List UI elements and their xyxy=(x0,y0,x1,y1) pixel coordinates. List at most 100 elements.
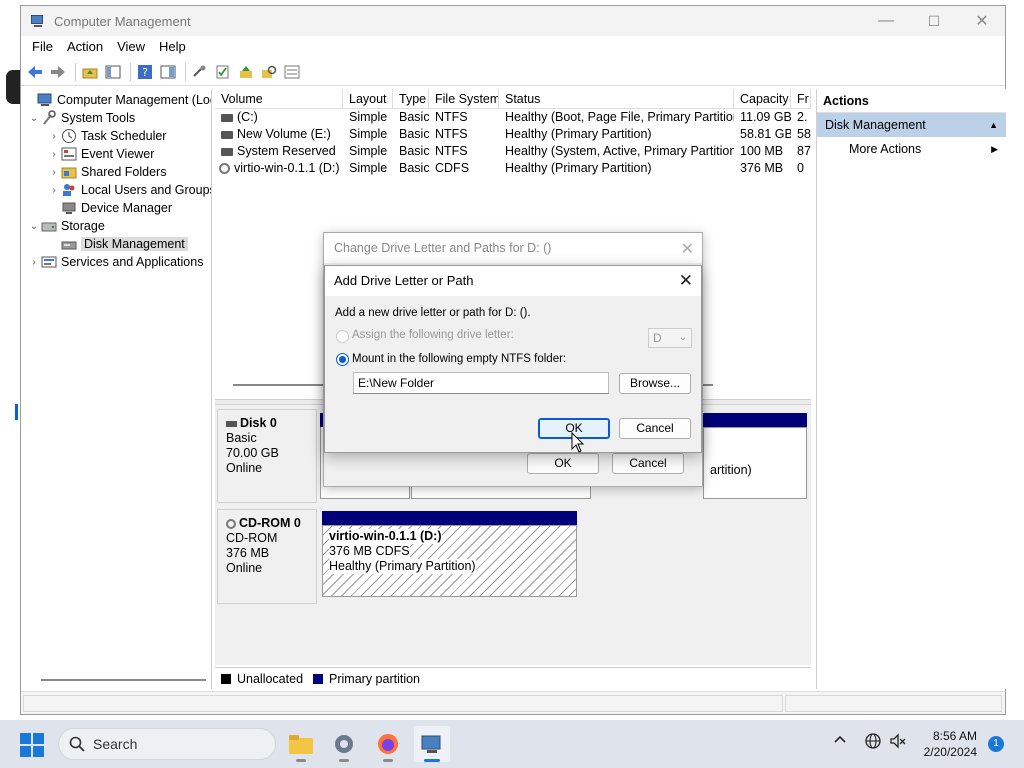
notification-badge[interactable]: 1 xyxy=(988,736,1004,752)
cancel-button[interactable]: Cancel xyxy=(612,453,684,474)
close-icon[interactable]: ✕ xyxy=(681,239,694,259)
properties-pane-icon[interactable] xyxy=(158,62,178,82)
tree-item-storage[interactable]: ⌄ Storage xyxy=(27,217,105,235)
tree-item-event-viewer[interactable]: › Event Viewer xyxy=(47,145,154,163)
column-header-layout[interactable]: Layout xyxy=(343,89,393,109)
volume-row[interactable]: New Volume (E:) Simple Basic NTFS Health… xyxy=(215,127,811,144)
console-tree: Computer Management (Local ⌄ System Tool… xyxy=(21,89,212,689)
computer-management-icon xyxy=(30,13,46,29)
checklist-icon[interactable] xyxy=(213,62,233,82)
chevron-up-icon[interactable] xyxy=(833,732,847,749)
mount-folder-radio[interactable] xyxy=(336,353,349,366)
disk-size: 376 MB xyxy=(226,546,270,560)
system-clock[interactable]: 8:56 AM 2/20/2024 xyxy=(915,728,977,760)
up-folder-icon[interactable] xyxy=(80,62,100,82)
assign-letter-radio[interactable] xyxy=(336,330,349,343)
menu-help[interactable]: Help xyxy=(152,36,193,58)
drive-letter-value: D xyxy=(653,331,662,345)
chevron-right-icon[interactable]: › xyxy=(47,131,61,142)
tree-label: Shared Folders xyxy=(81,165,167,179)
menu-action[interactable]: Action xyxy=(60,36,110,58)
volume-status: Healthy (Primary Partition) xyxy=(505,161,652,175)
column-header-capacity[interactable]: Capacity xyxy=(734,89,791,109)
volume-layout: Simple xyxy=(349,127,388,141)
taskbar-settings[interactable] xyxy=(326,726,362,762)
tree-item-local-users[interactable]: › Local Users and Groups xyxy=(47,181,211,199)
volume-row[interactable]: virtio-win-0.1.1 (D:) Simple Basic CDFS … xyxy=(215,161,811,178)
chevron-right-icon[interactable]: › xyxy=(47,167,61,178)
back-arrow-icon[interactable] xyxy=(25,62,45,82)
browse-button[interactable]: Browse... xyxy=(619,373,691,394)
disk-0-label[interactable]: Disk 0 Basic 70.00 GB Online xyxy=(217,409,317,503)
taskbar-firefox[interactable] xyxy=(370,726,406,762)
connect-icon[interactable] xyxy=(190,62,210,82)
forward-arrow-icon[interactable] xyxy=(48,62,68,82)
cancel-button[interactable]: Cancel xyxy=(619,418,691,439)
legend-unallocated: Unallocated xyxy=(237,671,304,686)
tree-item-system-tools[interactable]: ⌄ System Tools xyxy=(27,109,135,127)
running-indicator xyxy=(296,759,306,762)
column-header-status[interactable]: Status xyxy=(499,89,734,109)
chevron-right-icon[interactable]: › xyxy=(27,257,41,268)
tree-item-computer-management[interactable]: Computer Management (Local xyxy=(23,91,211,109)
volume-name: virtio-win-0.1.1 (D:) xyxy=(234,161,340,175)
tree-item-task-scheduler[interactable]: › Task Scheduler xyxy=(47,127,166,145)
disk-0-partition[interactable]: artition) xyxy=(703,427,807,499)
show-hide-tree-icon[interactable] xyxy=(103,62,123,82)
volume-row[interactable]: System Reserved Simple Basic NTFS Health… xyxy=(215,144,811,161)
minimize-button[interactable]: — xyxy=(863,6,909,36)
volume-status: Healthy (Boot, Page File, Primary Partit… xyxy=(505,110,734,124)
list-view-icon[interactable] xyxy=(282,62,302,82)
ok-button[interactable]: OK xyxy=(527,453,599,474)
chevron-right-icon[interactable]: › xyxy=(47,185,61,196)
network-globe-icon[interactable] xyxy=(864,732,882,753)
tree-item-shared-folders[interactable]: › Shared Folders xyxy=(47,163,166,181)
collapse-arrow-icon[interactable]: ▲ xyxy=(989,113,998,137)
column-header-file-system[interactable]: File System xyxy=(429,89,499,109)
cdrom-0-label[interactable]: CD-ROM 0 CD-ROM 376 MB Online xyxy=(217,509,317,604)
taskbar-computer-management[interactable] xyxy=(414,726,450,762)
desktop-edge-marker xyxy=(15,404,18,420)
volume-type: Basic xyxy=(399,110,429,124)
hard-disk-icon xyxy=(226,420,237,427)
cdrom-0-partition[interactable]: virtio-win-0.1.1 (D:) 376 MB CDFS Health… xyxy=(322,525,577,597)
folder-path-input[interactable]: E:\New Folder xyxy=(353,372,609,394)
cd-drive-icon xyxy=(219,163,230,175)
menu-view[interactable]: View xyxy=(110,36,152,58)
actions-section-disk-management[interactable]: Disk Management ▲ xyxy=(817,113,1006,137)
taskbar-file-explorer[interactable] xyxy=(283,726,319,762)
windows-start-icon[interactable] xyxy=(20,733,44,757)
tree-item-services-applications[interactable]: › Services and Applications xyxy=(27,253,203,271)
chevron-down-icon[interactable]: ⌄ xyxy=(27,221,41,232)
services-icon xyxy=(41,254,57,270)
close-button[interactable]: ✕ xyxy=(959,6,1005,36)
volume-layout: Simple xyxy=(349,144,388,158)
firefox-icon xyxy=(378,734,398,754)
disk-name: CD-ROM 0 xyxy=(239,516,301,530)
maximize-button[interactable]: ☐ xyxy=(911,6,957,36)
volume-muted-icon[interactable] xyxy=(889,732,907,753)
volume-name: System Reserved xyxy=(237,144,336,158)
column-header-volume[interactable]: Volume xyxy=(215,89,343,109)
help-icon[interactable]: ? xyxy=(135,62,155,82)
close-icon[interactable]: ✕ xyxy=(679,271,693,291)
legend-primary-partition: Primary partition xyxy=(329,671,421,686)
drive-letter-select[interactable]: D ⌄ xyxy=(648,328,692,348)
tree-horizontal-scrollbar[interactable] xyxy=(41,679,206,681)
column-header-free-space[interactable]: Fr xyxy=(791,89,811,109)
volume-row[interactable]: (C:) Simple Basic NTFS Healthy (Boot, Pa… xyxy=(215,110,811,127)
taskbar-search-box[interactable]: Search xyxy=(58,728,276,760)
tree-item-disk-management[interactable]: Disk Management xyxy=(47,235,188,253)
up-arrow-folder-icon[interactable] xyxy=(236,62,256,82)
search-folder-icon[interactable] xyxy=(259,62,279,82)
more-actions-item[interactable]: More Actions ▶ xyxy=(817,137,1006,161)
chevron-right-icon[interactable]: › xyxy=(47,149,61,160)
title-bar[interactable]: Computer Management — ☐ ✕ xyxy=(21,6,1005,36)
disk-size: 70.00 GB xyxy=(226,446,279,460)
menu-file[interactable]: File xyxy=(25,36,60,58)
taskbar: Search 8:56 AM 2/20/2024 1 xyxy=(0,720,1024,768)
search-icon xyxy=(69,736,85,752)
chevron-down-icon[interactable]: ⌄ xyxy=(27,113,41,124)
tree-item-device-manager[interactable]: Device Manager xyxy=(47,199,172,217)
column-header-type[interactable]: Type xyxy=(393,89,429,109)
